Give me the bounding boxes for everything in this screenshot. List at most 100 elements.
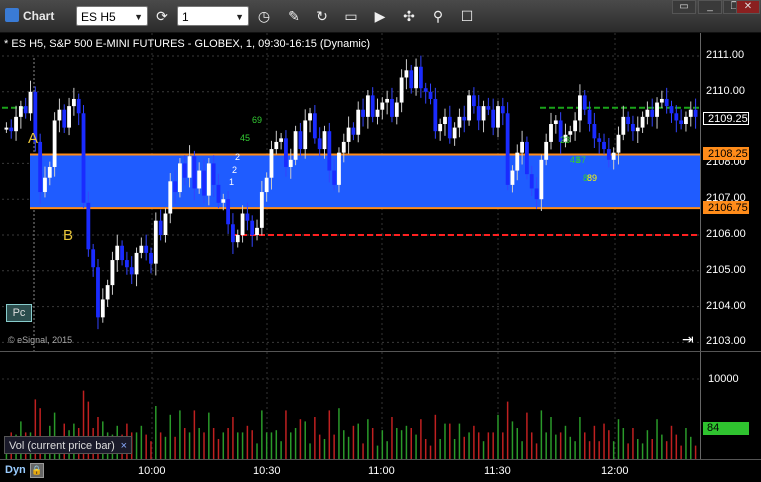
price-tick-label: 2106.00 [706, 228, 746, 240]
candle-body [86, 202, 91, 250]
candle-body [250, 220, 255, 235]
candle-body [153, 220, 158, 264]
candle-body [650, 109, 655, 117]
candle-body [216, 184, 221, 203]
value-area-band [30, 154, 700, 209]
price-panel[interactable]: 45 69 23 43 67 89 2 2 1 8 * ES H5, S&P 500 E-MINI… [0, 33, 761, 351]
candle-body [385, 98, 390, 103]
price-tick-label: 2105.00 [706, 263, 746, 276]
price-chart-svg: 456923436789221 8 [2, 33, 701, 351]
close-icon[interactable]: ✕ [736, 0, 760, 14]
candle-body [525, 141, 529, 175]
candle-body [124, 260, 129, 268]
candle-body [18, 106, 23, 117]
copyright-label: © eSignal, 2015 [8, 335, 73, 345]
pin-icon[interactable]: ⚲ [427, 5, 449, 27]
template-icon[interactable]: ▭ [340, 5, 362, 27]
candle-body [635, 127, 640, 132]
order-flow-mark: 8 [583, 173, 588, 183]
candle-body [346, 127, 351, 142]
minimize-icon[interactable]: _ [698, 0, 722, 14]
candle-body [284, 138, 288, 167]
candle-body [390, 98, 394, 117]
candle-body [534, 188, 539, 200]
chart-title: * ES H5, S&P 500 E-MINI FUTURES - GLOBEX… [4, 38, 370, 50]
cycle-icon[interactable]: ⟳ [151, 5, 173, 27]
candle-body [197, 170, 202, 189]
chat-icon[interactable]: ☐ [456, 5, 478, 27]
candle-body [351, 127, 356, 135]
candle-body [356, 109, 361, 135]
candle-body [71, 98, 76, 107]
volume-study-tab[interactable]: Vol (current price bar) × [4, 436, 132, 454]
time-tick-label: 11:00 [368, 465, 395, 477]
chevron-down-icon[interactable]: ▼ [235, 7, 244, 27]
candle-body [298, 131, 303, 150]
candle-body [549, 124, 553, 142]
candle-body [645, 109, 650, 117]
play-icon[interactable]: ▶ [369, 5, 391, 27]
candle-body [231, 224, 235, 243]
pencil-icon[interactable]: ✎ [283, 5, 305, 27]
price-tag-last: 2109.25 [703, 111, 749, 125]
candle-body [91, 249, 96, 268]
candle-body [553, 120, 558, 125]
candle-body [573, 120, 578, 132]
volume-study-label: Vol (current price bar) [9, 440, 115, 452]
price-tick-label: 2111.00 [706, 49, 745, 61]
order-flow-mark: 2 [232, 165, 237, 175]
interval-value: 1 [182, 10, 189, 24]
candle-body [312, 113, 317, 139]
candle-body [587, 109, 592, 125]
pc-button[interactable]: Pc [6, 304, 32, 322]
candle-body [81, 113, 86, 203]
candle-body [303, 120, 308, 150]
candle-body [96, 267, 100, 318]
candle-body [293, 131, 298, 160]
candle-body [433, 98, 438, 132]
candle-body [139, 245, 144, 253]
candle-body [264, 177, 269, 193]
candle-body [115, 245, 120, 261]
candle-body [327, 131, 332, 171]
candle-body [476, 106, 481, 121]
interval-dropdown[interactable]: 1 ▼ [177, 6, 249, 26]
clock-icon[interactable]: ◷ [253, 5, 275, 27]
candle-body [582, 95, 587, 110]
candle-body [317, 138, 322, 150]
candle-body [640, 116, 645, 128]
candle-body [322, 131, 327, 150]
candle-body [505, 113, 510, 185]
lock-icon[interactable]: 🔒 [30, 463, 44, 478]
close-icon[interactable]: × [121, 437, 127, 455]
candle-body [9, 127, 14, 132]
candle-body [14, 116, 18, 132]
candle-body [370, 95, 375, 117]
candle-body [259, 192, 264, 228]
compass-icon[interactable]: ✣ [398, 5, 420, 27]
candle-body [602, 141, 606, 150]
time-axis[interactable]: Dyn 🔒 10:00 10:30 11:00 11:30 12:00 [0, 459, 761, 482]
chevron-down-icon[interactable]: ▼ [134, 7, 143, 27]
symbol-dropdown[interactable]: ES H5 ▼ [76, 6, 148, 26]
chart-area: 45 69 23 43 67 89 2 2 1 8 * ES H5, S&P 500 E-MINI… [0, 33, 761, 482]
candle-body [158, 220, 163, 235]
candle-body [4, 127, 9, 130]
scroll-to-end-icon[interactable]: ⇥ [682, 331, 694, 348]
maximize-icon[interactable]: ▭ [672, 0, 696, 14]
dyn-label[interactable]: Dyn [5, 464, 26, 476]
candle-body [414, 66, 418, 89]
candle-body [173, 181, 177, 193]
candle-body [67, 106, 71, 128]
candle-body [462, 116, 467, 121]
curve-icon[interactable]: ↻ [311, 5, 333, 27]
candle-body [418, 66, 423, 89]
candle-body [510, 170, 515, 185]
candle-body [202, 170, 206, 196]
candle-body [659, 98, 664, 103]
candle-body [288, 159, 293, 167]
candle-body [592, 124, 597, 139]
order-flow-mark: 89 [587, 173, 597, 183]
candle-body [423, 88, 428, 92]
candle-body [467, 95, 471, 121]
